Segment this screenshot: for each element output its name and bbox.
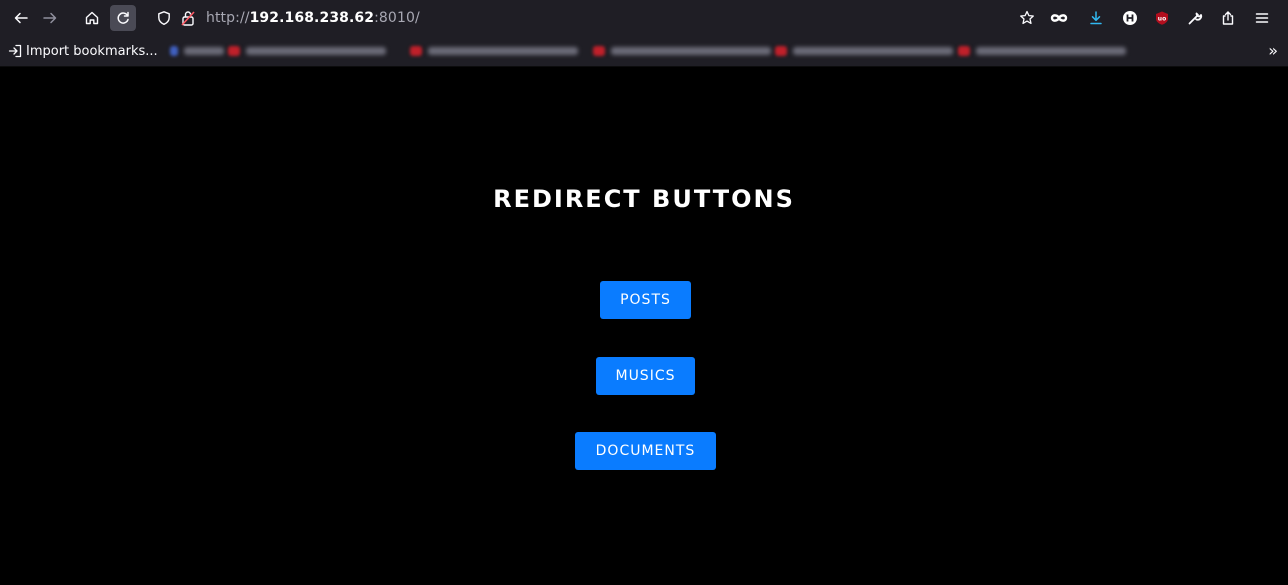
- hamburger-menu-icon[interactable]: [1251, 7, 1273, 29]
- insecure-lock-icon[interactable]: [178, 8, 198, 28]
- ublock-icon[interactable]: uo: [1151, 7, 1173, 29]
- import-icon: [8, 44, 22, 58]
- bookmark-item[interactable]: [410, 45, 578, 57]
- bookmark-item[interactable]: [958, 45, 1126, 57]
- url-port-path: :8010/: [374, 10, 420, 26]
- infinity-extension-icon[interactable]: [1048, 7, 1070, 29]
- svg-text:uo: uo: [1158, 16, 1166, 23]
- bookmark-item[interactable]: [170, 45, 224, 57]
- back-arrow-icon[interactable]: [8, 5, 34, 31]
- bookmarks-toolbar: Import bookmarks... »: [0, 37, 1288, 67]
- import-bookmarks-label: Import bookmarks...: [26, 43, 158, 59]
- url-text[interactable]: http://192.168.238.62:8010/: [206, 10, 420, 26]
- browser-window: http://192.168.238.62:8010/ uo Import bo…: [0, 0, 1288, 585]
- posts-button[interactable]: POSTS: [600, 281, 691, 319]
- page-title: REDIRECT BUTTONS: [493, 185, 795, 213]
- url-bar[interactable]: http://192.168.238.62:8010/: [150, 5, 1010, 31]
- reload-icon[interactable]: [110, 5, 136, 31]
- bookmarks-overflow-chevron[interactable]: »: [1268, 41, 1278, 60]
- bookmark-star-icon[interactable]: [1016, 7, 1038, 29]
- navigation-toolbar: http://192.168.238.62:8010/ uo: [0, 0, 1288, 37]
- share-icon[interactable]: [1217, 7, 1239, 29]
- bookmark-item[interactable]: [775, 45, 953, 57]
- documents-button[interactable]: DOCUMENTS: [575, 432, 716, 470]
- tracking-shield-icon[interactable]: [154, 8, 174, 28]
- bookmark-item[interactable]: [228, 45, 386, 57]
- url-host: 192.168.238.62: [249, 10, 375, 26]
- url-protocol: http://: [206, 10, 250, 26]
- forward-arrow-icon[interactable]: [37, 5, 63, 31]
- home-icon[interactable]: [79, 5, 105, 31]
- bookmark-item[interactable]: [593, 45, 771, 57]
- musics-button[interactable]: MUSICS: [596, 357, 695, 395]
- download-icon[interactable]: [1085, 7, 1107, 29]
- import-bookmarks-item[interactable]: Import bookmarks...: [8, 42, 158, 60]
- page-content: REDIRECT BUTTONS POSTS MUSICS DOCUMENTS: [0, 67, 1288, 585]
- wrench-icon[interactable]: [1184, 7, 1206, 29]
- h-extension-icon[interactable]: [1119, 7, 1141, 29]
